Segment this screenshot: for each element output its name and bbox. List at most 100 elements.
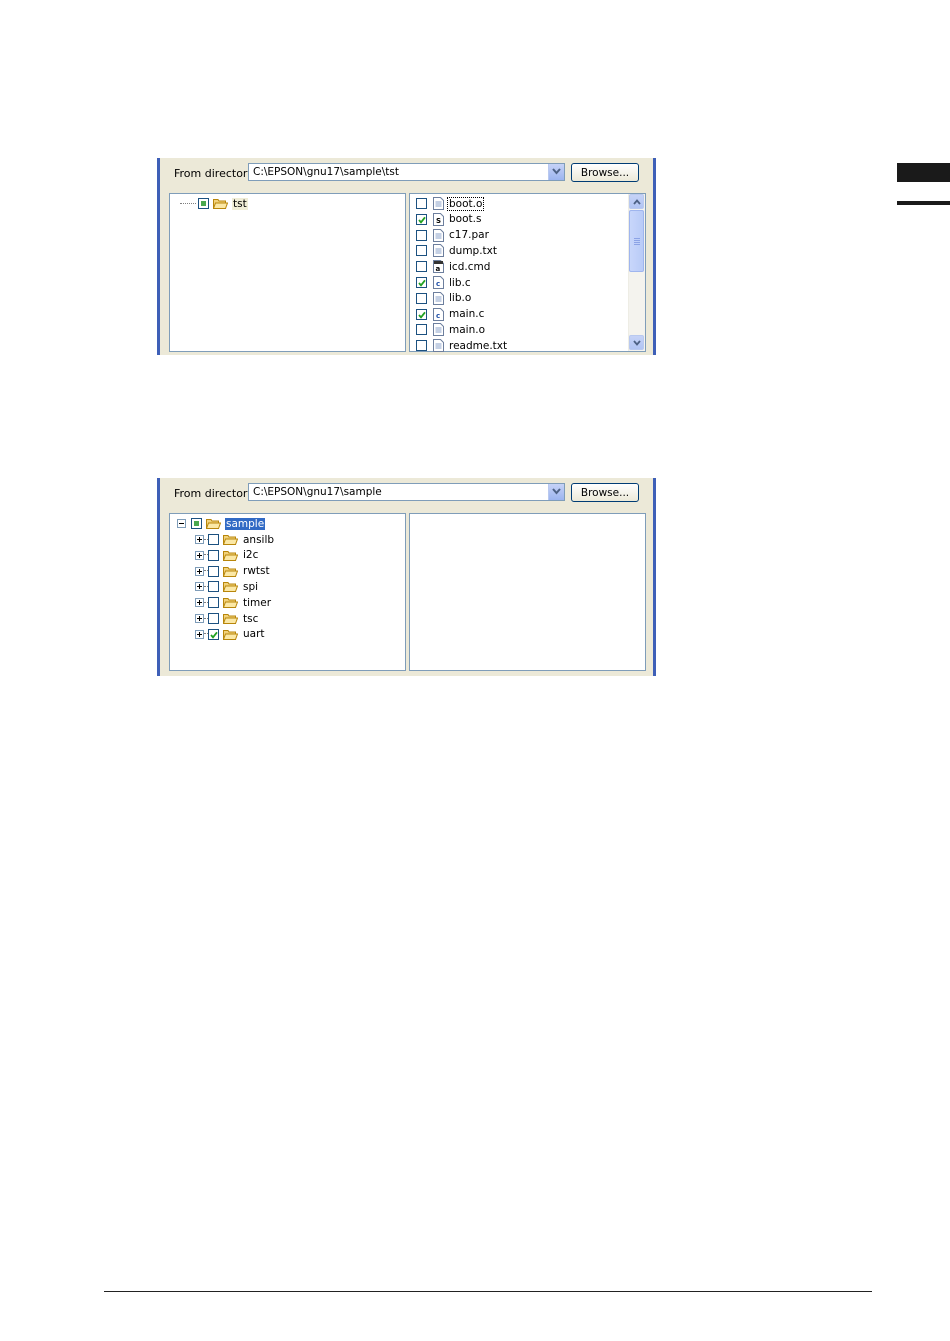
- file-checkbox[interactable]: [416, 324, 427, 336]
- open-folder-icon: [223, 550, 238, 561]
- expand-icon[interactable]: [195, 550, 204, 560]
- page-side-rule: [897, 201, 950, 205]
- tree-node[interactable]: rwtst: [195, 564, 271, 579]
- directory-row: From directory: C:\EPSON\gnu17\sample\ts…: [160, 158, 653, 190]
- tree-node-label: ansilb: [243, 533, 275, 546]
- file-checkbox[interactable]: [416, 308, 427, 320]
- expand-icon[interactable]: [195, 614, 204, 623]
- scroll-up-button[interactable]: [629, 194, 644, 209]
- file-list-item[interactable]: lib.o: [416, 291, 472, 306]
- file-list-item[interactable]: main.o: [416, 322, 486, 337]
- from-directory-value: C:\EPSON\gnu17\sample\tst: [253, 166, 399, 178]
- scroll-down-button[interactable]: [629, 335, 644, 350]
- tree-checkbox[interactable]: [208, 613, 219, 624]
- tree-node-label: uart: [243, 628, 265, 641]
- expand-icon[interactable]: [195, 566, 204, 576]
- tree-node[interactable]: timer: [195, 595, 272, 610]
- file-name: boot.o: [446, 196, 485, 211]
- tree-node[interactable]: tst: [180, 196, 248, 211]
- tree-node[interactable]: uart: [195, 627, 266, 642]
- open-folder-icon: [223, 535, 238, 545]
- file-checkbox[interactable]: [416, 292, 427, 304]
- file-list-item[interactable]: c17.par: [416, 228, 490, 243]
- tree-node[interactable]: spi: [195, 579, 259, 594]
- open-folder-icon: [223, 582, 238, 593]
- chevron-down-icon: [552, 488, 561, 495]
- file-list[interactable]: [409, 513, 646, 671]
- chevron-down-icon: [552, 168, 561, 175]
- file-checkbox[interactable]: [416, 229, 427, 241]
- tree-checkbox[interactable]: [208, 628, 219, 640]
- file-checkbox[interactable]: [416, 277, 427, 288]
- folder-tree[interactable]: sample ansilb i2c rwtst spi timer tsc uart: [169, 513, 406, 671]
- tree-connector: [180, 202, 196, 205]
- file-checkbox[interactable]: [416, 261, 427, 273]
- from-directory-combo[interactable]: C:\EPSON\gnu17\sample: [248, 483, 565, 501]
- browse-button[interactable]: Browse...: [571, 163, 639, 182]
- expand-icon[interactable]: [195, 629, 204, 639]
- expand-icon[interactable]: [195, 582, 204, 592]
- file-name: readme.txt: [449, 339, 508, 352]
- tree-node[interactable]: i2c: [195, 548, 259, 563]
- tree-node[interactable]: ansilb: [195, 532, 275, 547]
- file-list-item[interactable]: dump.txt: [416, 243, 498, 258]
- file-checkbox[interactable]: [416, 213, 427, 225]
- generic-file-icon: [433, 339, 444, 353]
- combo-dropdown-button[interactable]: [548, 484, 564, 500]
- chevron-down-icon: [633, 340, 641, 346]
- open-folder-icon: [223, 566, 238, 577]
- file-list[interactable]: boot.o Sboot.s c17.par dump.txt a icd.cmd c lib…: [409, 193, 646, 353]
- tree-checkbox[interactable]: [208, 581, 219, 593]
- directory-row: From directory: C:\EPSON\gnu17\sample Br…: [160, 478, 653, 510]
- thumb-grip: [634, 238, 640, 239]
- from-directory-value: C:\EPSON\gnu17\sample: [253, 486, 382, 498]
- file-name: dump.txt: [449, 244, 497, 257]
- file-name: main.c: [449, 308, 485, 321]
- c-file-icon: c: [433, 307, 444, 321]
- tree-node-label: tsc: [243, 612, 259, 625]
- tree-checkbox[interactable]: [208, 565, 219, 577]
- file-name: lib.c: [449, 276, 471, 289]
- file-checkbox[interactable]: [416, 245, 427, 257]
- open-folder-icon: [223, 629, 238, 640]
- c-file-icon: c: [433, 276, 444, 289]
- file-list-item[interactable]: c main.c: [416, 307, 485, 322]
- file-name: c17.par: [449, 229, 489, 242]
- tree-node[interactable]: tsc: [195, 611, 259, 626]
- svg-text:c: c: [436, 312, 440, 320]
- thumb-grip: [634, 244, 640, 245]
- checkmark-icon: [418, 311, 426, 319]
- generic-file-icon: [433, 323, 444, 337]
- expand-icon[interactable]: [195, 598, 204, 608]
- file-checkbox[interactable]: [416, 340, 427, 352]
- collapse-icon[interactable]: [177, 519, 186, 528]
- thumb-grip: [634, 240, 640, 241]
- tree-node-root[interactable]: sample: [177, 516, 266, 531]
- tree-checkbox[interactable]: [208, 549, 219, 561]
- s-file-icon: S: [433, 212, 444, 226]
- tree-checkbox[interactable]: [208, 597, 219, 609]
- file-list-item[interactable]: readme.txt: [416, 338, 508, 353]
- browse-button[interactable]: Browse...: [571, 483, 639, 502]
- tree-checkbox[interactable]: [208, 534, 219, 545]
- tree-checkbox[interactable]: [198, 198, 209, 209]
- from-directory-combo[interactable]: C:\EPSON\gnu17\sample\tst: [248, 163, 565, 181]
- expand-icon[interactable]: [195, 535, 204, 544]
- checkmark-icon: [210, 631, 218, 639]
- file-list-item[interactable]: a icd.cmd: [416, 259, 491, 274]
- folder-tree[interactable]: tst: [169, 193, 406, 352]
- file-list-item[interactable]: c lib.c: [416, 275, 472, 290]
- open-folder-icon: [206, 519, 221, 529]
- file-name: main.o: [449, 323, 485, 336]
- tree-checkbox[interactable]: [191, 518, 202, 529]
- scroll-thumb[interactable]: [629, 210, 644, 272]
- import-dialog-bottom: From directory: C:\EPSON\gnu17\sample Br…: [157, 478, 656, 676]
- file-list-item[interactable]: boot.o: [416, 196, 485, 211]
- file-list-item[interactable]: Sboot.s: [416, 212, 482, 227]
- tree-node-label: rwtst: [243, 565, 270, 578]
- from-directory-label: From directory:: [174, 167, 257, 180]
- file-checkbox[interactable]: [416, 198, 427, 209]
- vertical-scrollbar[interactable]: [628, 194, 645, 351]
- combo-dropdown-button[interactable]: [548, 164, 564, 180]
- from-directory-label: From directory:: [174, 487, 257, 500]
